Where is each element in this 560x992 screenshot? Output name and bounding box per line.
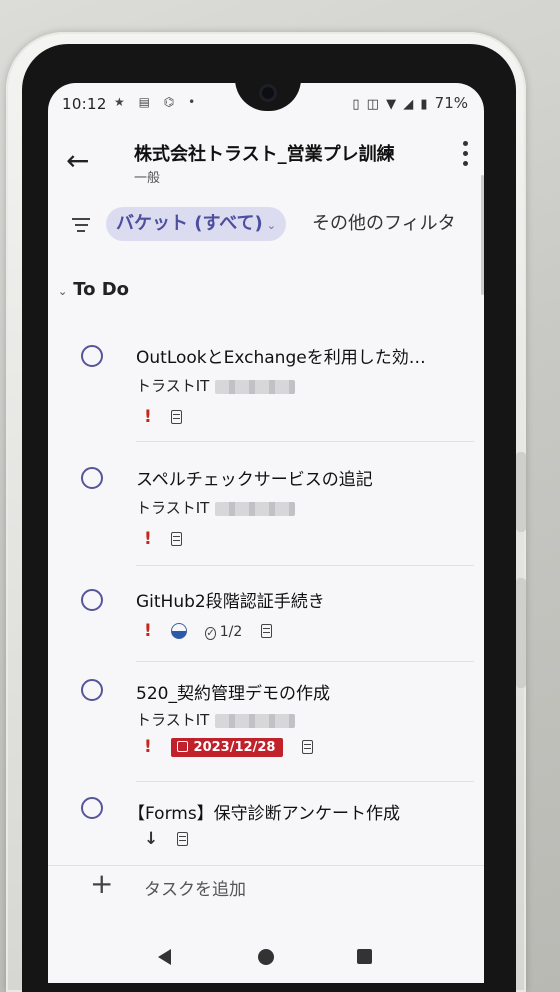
- more-options-icon[interactable]: [460, 141, 470, 171]
- task-bucket: トラストIT: [136, 497, 296, 518]
- notes-icon: [177, 832, 189, 846]
- plan-title: 株式会社トラスト_営業プレ訓練: [134, 144, 395, 165]
- redacted-text: [215, 501, 296, 516]
- chevron-down-icon: ⌄: [266, 219, 276, 232]
- task-title: OutLookとExchangeを利用した効…: [136, 348, 426, 368]
- complete-task-checkbox[interactable]: [81, 345, 103, 367]
- checklist: ✓ 1/2: [205, 622, 242, 640]
- complete-task-checkbox[interactable]: [81, 797, 103, 819]
- divider: [136, 781, 474, 782]
- add-task-button[interactable]: + タスクを追加: [48, 869, 484, 919]
- power-button: [516, 578, 526, 688]
- divider: [136, 661, 474, 662]
- complete-task-checkbox[interactable]: [81, 467, 103, 489]
- task-bucket: トラストIT: [136, 709, 296, 730]
- app-notification-icon: ★: [114, 95, 125, 109]
- due-date-badge: 2023/12/28: [170, 737, 284, 757]
- task-meta: ↓: [144, 829, 202, 851]
- priority-important-icon: !: [144, 407, 152, 427]
- redacted-text: [215, 713, 296, 728]
- task-meta: !: [144, 529, 196, 551]
- calendar-icon: [176, 740, 188, 752]
- notes-icon: [170, 532, 182, 546]
- task-meta: ! ✓ 1/2: [144, 621, 286, 643]
- complete-task-checkbox[interactable]: [81, 679, 103, 701]
- task-bucket: トラストIT: [136, 375, 296, 396]
- priority-important-icon: !: [144, 737, 152, 757]
- notification-icons: ★ ▤ ⌬ •: [114, 95, 205, 109]
- task-title: 520_契約管理デモの作成: [136, 684, 330, 704]
- checklist-icon: ✓: [205, 627, 216, 640]
- plus-icon: +: [90, 867, 114, 900]
- battery-percent: 71%: [434, 94, 468, 112]
- complete-task-checkbox[interactable]: [81, 589, 103, 611]
- app-bar: ← 株式会社トラスト_営業プレ訓練 一般: [48, 129, 484, 201]
- task-meta: ! 2023/12/28: [144, 737, 327, 759]
- bucket-filter-chip[interactable]: バケット (すべて) ⌄: [106, 207, 286, 241]
- status-bar: 10:12 ★ ▤ ⌬ • ▯ ◫ ▼ ◢ ▮ 71%: [48, 83, 484, 129]
- notes-icon: [170, 410, 182, 424]
- chevron-down-icon: ⌄: [58, 285, 68, 298]
- add-task-label: タスクを追加: [144, 880, 246, 900]
- divider: [136, 565, 474, 566]
- battery-icon: ▮: [420, 97, 428, 112]
- status-time: 10:12: [62, 95, 107, 113]
- group-subtitle: 一般: [134, 171, 161, 186]
- nav-back-icon[interactable]: [158, 949, 171, 965]
- chat-notification-icon: ▤: [138, 95, 150, 109]
- system-nav-bar: [48, 931, 484, 983]
- system-icons: ▯ ◫ ▼ ◢ ▮ 71%: [349, 94, 468, 112]
- notes-icon: [302, 740, 314, 754]
- nav-recents-icon[interactable]: [357, 949, 372, 964]
- scrollbar[interactable]: [481, 175, 484, 295]
- wifi-call-icon: ⌬: [163, 95, 175, 109]
- divider: [48, 865, 484, 866]
- section-header-todo[interactable]: ⌄ To Do: [58, 279, 129, 300]
- notes-icon: [261, 624, 273, 638]
- filter-bar: バケット (すべて) ⌄ その他のフィルタ: [48, 203, 484, 249]
- priority-low-icon: ↓: [144, 829, 159, 849]
- other-filters-chip[interactable]: その他のフィルタ: [312, 207, 456, 241]
- signal-icon: ◢: [403, 97, 414, 112]
- nfc-icon: ▯: [352, 97, 360, 112]
- divider: [136, 441, 474, 442]
- task-title: 【Forms】保守診断アンケート作成: [128, 804, 401, 824]
- back-arrow-icon[interactable]: ←: [66, 147, 89, 175]
- phone-screen: 10:12 ★ ▤ ⌬ • ▯ ◫ ▼ ◢ ▮ 71% ← 株式会社トラスト_営…: [48, 83, 484, 983]
- section-label: To Do: [73, 279, 130, 300]
- task-title: GitHub2段階認証手続き: [136, 592, 325, 612]
- priority-important-icon: !: [144, 621, 152, 641]
- vibrate-icon: ◫: [366, 97, 379, 112]
- redacted-text: [215, 379, 296, 394]
- wifi-icon: ▼: [386, 97, 397, 112]
- more-notifications-dot: •: [188, 95, 196, 109]
- nav-home-icon[interactable]: [258, 949, 274, 965]
- checklist-count: 1/2: [219, 624, 243, 640]
- bucket-filter-label: バケット (すべて): [116, 213, 263, 234]
- volume-button: [516, 452, 526, 532]
- task-title: スペルチェックサービスの追記: [136, 470, 373, 490]
- due-date: 2023/12/28: [193, 739, 276, 755]
- filter-icon[interactable]: [72, 218, 90, 236]
- task-meta: !: [144, 407, 196, 429]
- progress-in-progress-icon: [170, 623, 187, 639]
- priority-important-icon: !: [144, 529, 152, 549]
